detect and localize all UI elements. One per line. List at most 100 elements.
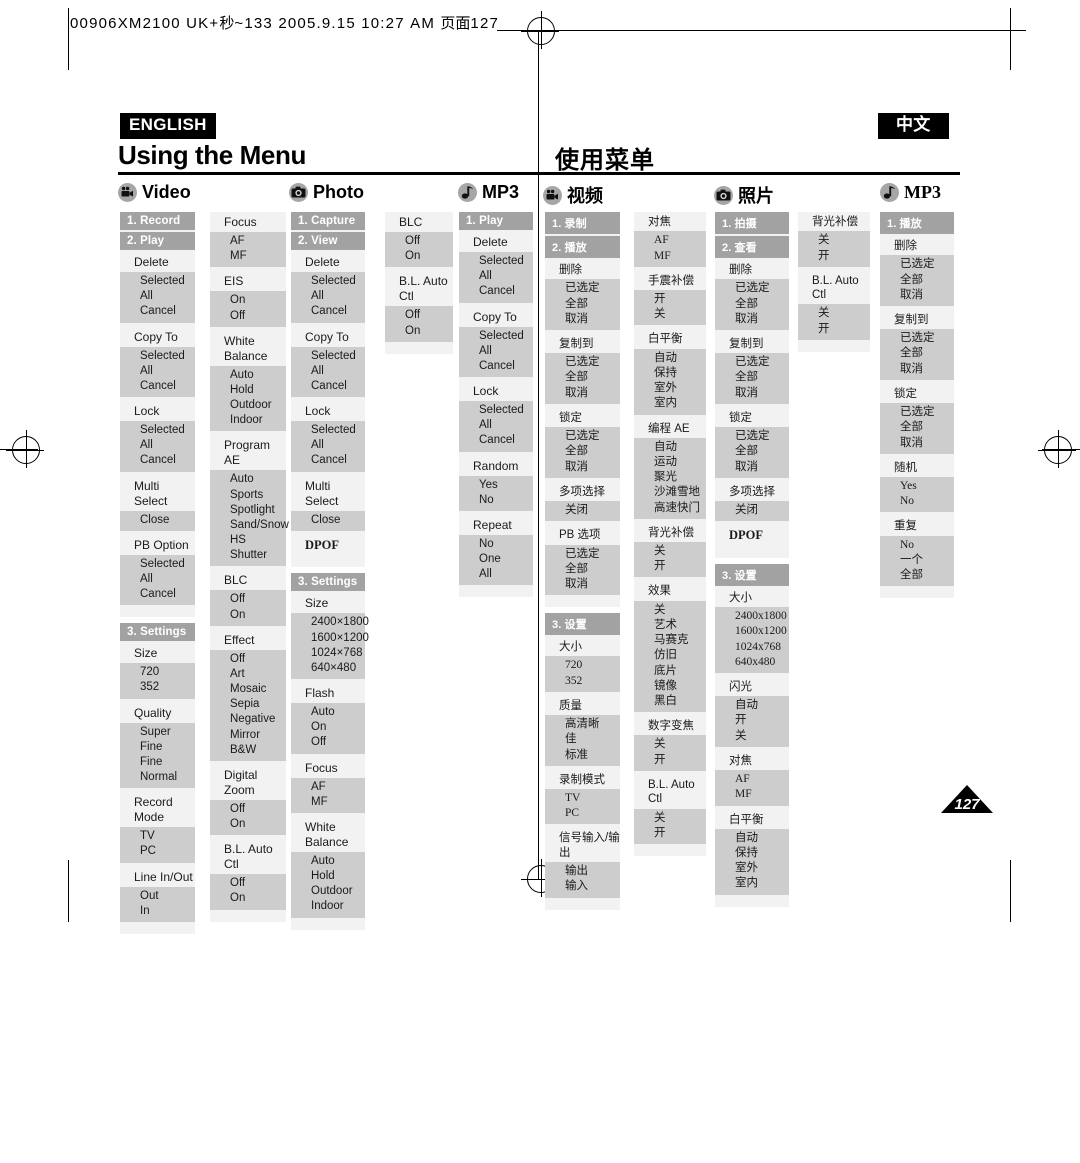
menu-option[interactable]: Cancel <box>311 304 365 319</box>
menu-item[interactable]: Program AE <box>210 435 286 470</box>
menu-item[interactable]: 白平衡 <box>715 810 789 829</box>
menu-option[interactable]: All <box>311 438 365 453</box>
menu-section-bar[interactable]: 2. Play <box>120 232 195 250</box>
menu-section-bar[interactable]: 3. Settings <box>291 573 365 592</box>
menu-option[interactable]: B&W <box>230 743 286 758</box>
menu-option[interactable]: Cancel <box>140 587 195 602</box>
menu-option[interactable]: 已选定 <box>565 547 620 562</box>
menu-option[interactable]: MF <box>311 795 365 810</box>
menu-option[interactable]: 取消 <box>900 288 954 303</box>
menu-section-bar[interactable]: 1. Play <box>459 212 533 230</box>
menu-item[interactable]: EIS <box>210 271 286 291</box>
menu-option[interactable]: On <box>405 249 453 264</box>
menu-option[interactable]: 关 <box>735 729 789 744</box>
menu-option[interactable]: Selected <box>311 349 365 364</box>
menu-option[interactable]: 高清晰 <box>565 717 620 732</box>
menu-option[interactable]: 开 <box>654 292 706 307</box>
menu-option[interactable]: TV <box>565 791 620 806</box>
menu-option[interactable]: 自动 <box>735 831 789 846</box>
menu-option[interactable]: 关 <box>654 544 706 559</box>
menu-item[interactable]: 锁定 <box>880 384 954 403</box>
menu-option[interactable]: 关闭 <box>735 503 789 518</box>
menu-option[interactable]: 仿旧 <box>654 648 706 663</box>
menu-option[interactable]: 输出 <box>565 864 620 879</box>
menu-item[interactable]: Delete <box>291 252 365 272</box>
menu-item[interactable]: Delete <box>120 252 195 272</box>
menu-item[interactable]: 删除 <box>715 260 789 279</box>
menu-option[interactable]: All <box>479 269 533 284</box>
menu-section-bar[interactable]: 1. Record <box>120 212 195 230</box>
menu-option[interactable]: Off <box>405 308 453 323</box>
menu-item[interactable]: Lock <box>291 401 365 421</box>
menu-item[interactable]: B.L. Auto Ctl <box>798 271 870 305</box>
menu-option[interactable]: Off <box>230 652 286 667</box>
menu-option[interactable]: Auto <box>230 472 286 487</box>
menu-option[interactable]: 保持 <box>654 366 706 381</box>
menu-option[interactable]: All <box>140 438 195 453</box>
menu-section-bar[interactable]: 1. 播放 <box>880 212 954 234</box>
menu-option[interactable]: Sepia <box>230 697 286 712</box>
menu-item[interactable]: Flash <box>291 683 365 703</box>
menu-option[interactable]: 2400x1800 <box>735 609 789 624</box>
menu-item[interactable]: 白平衡 <box>634 329 706 348</box>
menu-option[interactable]: Spotlight <box>230 503 286 518</box>
menu-option[interactable]: 自动 <box>654 351 706 366</box>
menu-item[interactable]: 信号输入/输出 <box>545 828 620 862</box>
menu-option[interactable]: Selected <box>479 329 533 344</box>
menu-option[interactable]: 全部 <box>565 444 620 459</box>
menu-section-bar[interactable]: 1. Capture <box>291 212 365 230</box>
menu-item[interactable]: 重复 <box>880 516 954 535</box>
menu-section-bar[interactable]: 2. 播放 <box>545 236 620 258</box>
menu-option[interactable]: Outdoor <box>230 398 286 413</box>
menu-item[interactable]: Copy To <box>459 307 533 327</box>
menu-option[interactable]: Indoor <box>311 899 365 914</box>
menu-option[interactable]: 352 <box>140 680 195 695</box>
menu-option[interactable]: 1024x768 <box>735 640 789 655</box>
menu-option[interactable]: 佳 <box>565 732 620 747</box>
menu-item[interactable]: 质量 <box>545 696 620 715</box>
menu-option[interactable]: 2400×1800 <box>311 615 369 630</box>
menu-option[interactable]: All <box>479 567 533 582</box>
menu-option[interactable]: One <box>479 552 533 567</box>
menu-option[interactable]: Off <box>405 234 453 249</box>
menu-item[interactable]: 背光补偿 <box>798 212 870 231</box>
menu-option[interactable]: 关 <box>818 233 870 248</box>
menu-option[interactable]: Normal <box>140 770 195 785</box>
menu-section-bar[interactable]: 1. 录制 <box>545 212 620 234</box>
menu-item[interactable]: Record Mode <box>120 792 195 827</box>
menu-option[interactable]: All <box>140 572 195 587</box>
menu-option[interactable]: AF <box>654 233 706 248</box>
menu-item[interactable]: 背光补偿 <box>634 523 706 542</box>
menu-option[interactable]: Off <box>230 592 286 607</box>
menu-item[interactable]: 删除 <box>880 236 954 255</box>
menu-option[interactable]: Selected <box>140 274 195 289</box>
menu-option[interactable]: 关闭 <box>565 503 620 518</box>
menu-option[interactable]: All <box>479 418 533 433</box>
menu-option[interactable]: All <box>140 289 195 304</box>
menu-item[interactable]: White Balance <box>291 817 365 852</box>
menu-option[interactable]: 取消 <box>735 386 789 401</box>
menu-option[interactable]: Cancel <box>311 453 365 468</box>
menu-option[interactable]: 全部 <box>900 568 954 583</box>
menu-option[interactable]: 开 <box>818 322 870 337</box>
menu-item[interactable]: BLC <box>210 570 286 590</box>
menu-option[interactable]: Cancel <box>311 379 365 394</box>
menu-item[interactable]: Quality <box>120 703 195 723</box>
menu-option[interactable]: Cancel <box>140 304 195 319</box>
menu-option[interactable]: 艺术 <box>654 618 706 633</box>
menu-option[interactable]: 镜像 <box>654 679 706 694</box>
menu-option[interactable]: 关 <box>654 307 706 322</box>
menu-option[interactable]: 取消 <box>565 460 620 475</box>
menu-item[interactable]: 锁定 <box>715 408 789 427</box>
menu-option[interactable]: 标准 <box>565 748 620 763</box>
menu-item[interactable]: 删除 <box>545 260 620 279</box>
menu-option[interactable]: 马赛克 <box>654 633 706 648</box>
menu-option[interactable]: 已选定 <box>900 331 954 346</box>
menu-option[interactable]: 1600×1200 <box>311 631 369 646</box>
menu-option[interactable]: 640×480 <box>311 661 365 676</box>
menu-option[interactable]: 室外 <box>654 381 706 396</box>
menu-option[interactable]: Selected <box>140 423 195 438</box>
menu-item[interactable]: DPOF <box>291 535 365 556</box>
menu-option[interactable]: 取消 <box>900 362 954 377</box>
menu-item[interactable]: 复制到 <box>880 310 954 329</box>
